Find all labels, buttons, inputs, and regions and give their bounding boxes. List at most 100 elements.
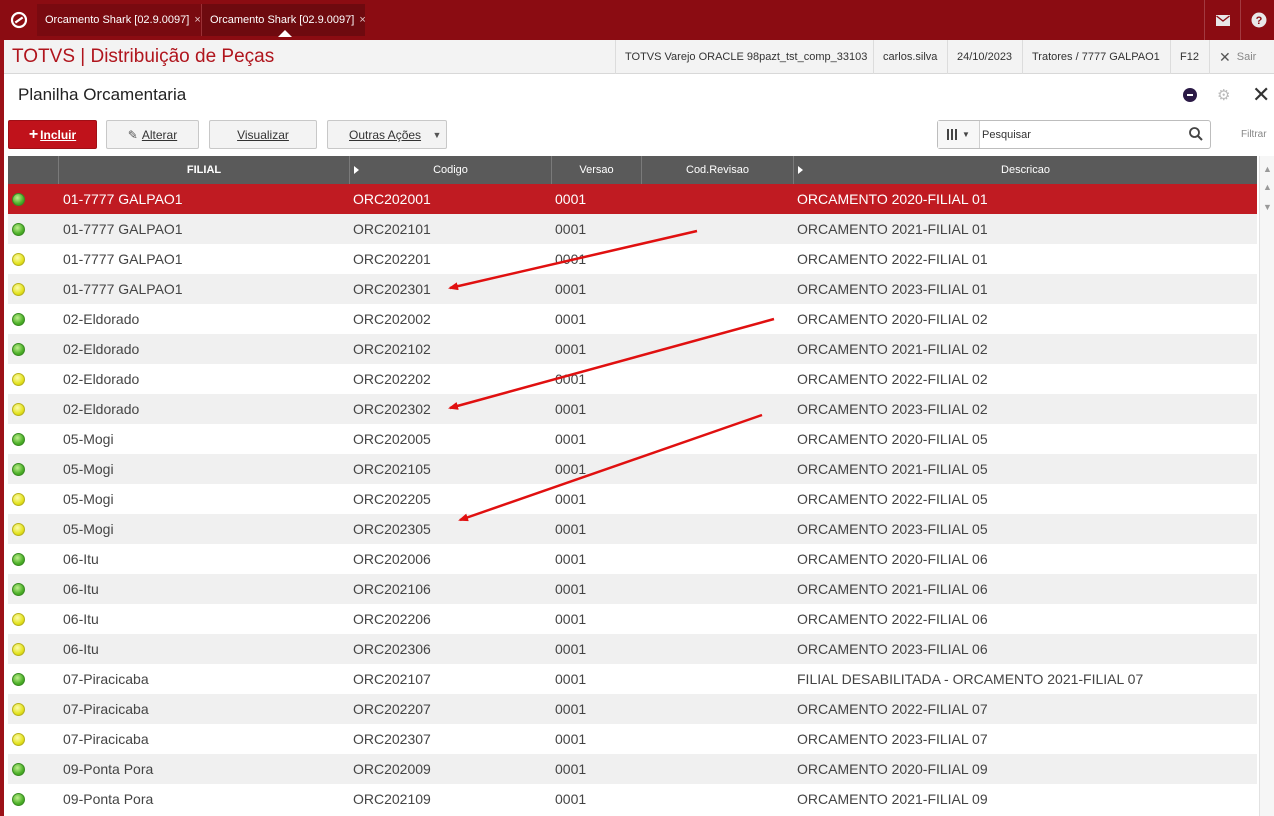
filial-cell: 01-7777 GALPAO1 [63, 191, 183, 207]
descricao-cell: ORCAMENTO 2021-FILIAL 01 [797, 221, 988, 237]
table-row[interactable]: 07-Piracicaba ORC202307 0001 ORCAMENTO 2023… [8, 724, 1257, 754]
versao-cell: 0001 [555, 191, 587, 207]
include-button[interactable]: + Incluir [8, 120, 97, 149]
search-icon[interactable] [1188, 126, 1204, 142]
sort-arrow-icon [354, 166, 359, 174]
descricao-cell: ORCAMENTO 2020-FILIAL 02 [797, 311, 988, 327]
table-row[interactable]: 05-Mogi ORC202105 0001 ORCAMENTO 2021-FILIA… [8, 454, 1257, 484]
app-title: TOTVS | Distribuição de Peças [12, 46, 275, 67]
status-green-icon [12, 462, 25, 476]
tab-orcamento-1[interactable]: Orcamento Shark [02.9.0097] × [37, 4, 201, 36]
table-row[interactable]: 02-Eldorado ORC202002 0001 ORCAMENTO 2020-F… [8, 304, 1257, 334]
status-cell [8, 364, 59, 394]
header-descricao[interactable]: Descricao [794, 156, 1257, 184]
status-cell [8, 784, 59, 814]
more-actions-button[interactable]: Outras Ações ▼ [327, 120, 447, 149]
codigo-cell: ORC202006 [353, 551, 431, 567]
table-row[interactable]: 06-Itu ORC202006 0001 ORCAMENTO 2020-FILIAL… [8, 544, 1257, 574]
status-cell [8, 484, 59, 514]
status-yellow-icon [12, 732, 25, 746]
filial-cell: 07-Piracicaba [63, 671, 149, 687]
more-actions-label: Outras Ações [349, 127, 422, 142]
scroll-top-icon[interactable]: ▲ [1262, 162, 1273, 176]
status-green-icon [12, 582, 25, 596]
table-row[interactable]: 07-Piracicaba ORC202207 0001 ORCAMENTO 2022… [8, 694, 1257, 724]
user-label: carlos.silva [873, 40, 946, 74]
search-input[interactable] [982, 124, 1182, 145]
branch-label[interactable]: Tratores / 7777 GALPAO1 [1022, 40, 1169, 74]
plus-icon: + [28, 125, 39, 143]
codigo-cell: ORC202101 [353, 221, 431, 237]
codigo-cell: ORC202301 [353, 281, 431, 297]
tab-close-icon[interactable]: × [359, 14, 365, 26]
descricao-cell: ORCAMENTO 2023-FILIAL 01 [797, 281, 988, 297]
filter-button[interactable]: Filtrar [1241, 129, 1267, 140]
table-row[interactable]: 06-Itu ORC202206 0001 ORCAMENTO 2022-FILIAL… [8, 604, 1257, 634]
status-cell [8, 694, 59, 724]
table-row[interactable]: 02-Eldorado ORC202102 0001 ORCAMENTO 2021-F… [8, 334, 1257, 364]
vertical-scrollbar[interactable]: ▲ ▲ ▼ [1259, 156, 1274, 816]
header-codigo[interactable]: Codigo [350, 156, 552, 184]
view-button[interactable]: Visualizar [209, 120, 317, 149]
tab-orcamento-2[interactable]: Orcamento Shark [02.9.0097] × [201, 4, 366, 37]
filial-cell: 09-Ponta Pora [63, 761, 154, 777]
gear-icon[interactable]: ⚙ [1217, 86, 1230, 104]
tab-label: Orcamento Shark [02.9.0097] [45, 14, 190, 26]
scroll-up-icon[interactable]: ▲ [1262, 180, 1273, 194]
filial-cell: 06-Itu [63, 551, 99, 567]
status-cell [8, 424, 59, 454]
status-cell [8, 544, 59, 574]
table-row[interactable]: 07-Piracicaba ORC202107 0001 FILIAL DESABIL… [8, 664, 1257, 694]
status-cell [8, 604, 59, 634]
table-row[interactable]: 06-Itu ORC202306 0001 ORCAMENTO 2023-FILIAL… [8, 634, 1257, 664]
alter-button[interactable]: ✎ Alterar [106, 120, 199, 149]
table-row[interactable]: 05-Mogi ORC202205 0001 ORCAMENTO 2022-FILIA… [8, 484, 1257, 514]
descricao-cell: ORCAMENTO 2021-FILIAL 09 [797, 791, 988, 807]
versao-cell: 0001 [555, 581, 587, 597]
exit-button[interactable]: ✕ Sair [1209, 40, 1265, 74]
filial-cell: 07-Piracicaba [63, 731, 149, 747]
descricao-cell: ORCAMENTO 2023-FILIAL 07 [797, 731, 988, 747]
table-row[interactable]: 01-7777 GALPAO1 ORC202201 0001 ORCAMENTO 20… [8, 244, 1257, 274]
table-row[interactable]: 01-7777 GALPAO1 ORC202001 0001 ORCAMENTO 20… [8, 184, 1257, 214]
status-green-icon [12, 432, 25, 446]
table-row[interactable]: 01-7777 GALPAO1 ORC202101 0001 ORCAMENTO 20… [8, 214, 1257, 244]
mail-icon[interactable] [1204, 0, 1240, 40]
status-yellow-icon [12, 642, 25, 656]
header-cod-revisao[interactable]: Cod.Revisao [642, 156, 794, 184]
table-row[interactable]: 06-Itu ORC202106 0001 ORCAMENTO 2021-FILIAL… [8, 574, 1257, 604]
table-row[interactable]: 01-7777 GALPAO1 ORC202301 0001 ORCAMENTO 20… [8, 274, 1257, 304]
f12-button[interactable]: F12 [1170, 40, 1208, 74]
table-row[interactable]: 05-Mogi ORC202305 0001 ORCAMENTO 2023-FILIA… [8, 514, 1257, 544]
table-row[interactable]: 09-Ponta Pora ORC202009 0001 ORCAMENTO 2020… [8, 754, 1257, 784]
header-versao[interactable]: Versao [552, 156, 642, 184]
column-picker-button[interactable]: ▼ [938, 121, 980, 148]
totvs-logo-icon[interactable] [0, 0, 38, 40]
descricao-cell: ORCAMENTO 2022-FILIAL 01 [797, 251, 988, 267]
tab-close-icon[interactable]: × [194, 14, 200, 26]
descricao-cell: ORCAMENTO 2023-FILIAL 05 [797, 521, 988, 537]
scroll-down-icon[interactable]: ▼ [1262, 200, 1273, 214]
codigo-cell: ORC202105 [353, 461, 431, 477]
help-icon[interactable]: ? [1240, 0, 1274, 40]
codigo-cell: ORC202302 [353, 401, 431, 417]
chevron-down-icon: ▼ [432, 129, 442, 140]
close-page-icon[interactable]: ✕ [1252, 82, 1270, 108]
collapse-circle-icon[interactable] [1183, 88, 1197, 102]
table-row[interactable]: 02-Eldorado ORC202302 0001 ORCAMENTO 2023-F… [8, 394, 1257, 424]
codigo-cell: ORC202205 [353, 491, 431, 507]
table-row[interactable]: 02-Eldorado ORC202202 0001 ORCAMENTO 2022-F… [8, 364, 1257, 394]
table-row[interactable]: 09-Ponta Pora ORC202109 0001 ORCAMENTO 2021… [8, 784, 1257, 814]
chevron-down-icon: ▼ [962, 130, 970, 139]
versao-cell: 0001 [555, 761, 587, 777]
exit-label: Sair [1236, 51, 1257, 63]
codigo-cell: ORC202001 [353, 191, 431, 207]
codigo-cell: ORC202002 [353, 311, 431, 327]
versao-cell: 0001 [555, 281, 587, 297]
alter-label: Alterar [141, 127, 178, 142]
table-row[interactable]: 05-Mogi ORC202005 0001 ORCAMENTO 2020-FILIA… [8, 424, 1257, 454]
filial-cell: 01-7777 GALPAO1 [63, 281, 183, 297]
status-cell [8, 214, 59, 244]
codigo-cell: ORC202109 [353, 791, 431, 807]
header-filial[interactable]: FILIAL [59, 156, 350, 184]
